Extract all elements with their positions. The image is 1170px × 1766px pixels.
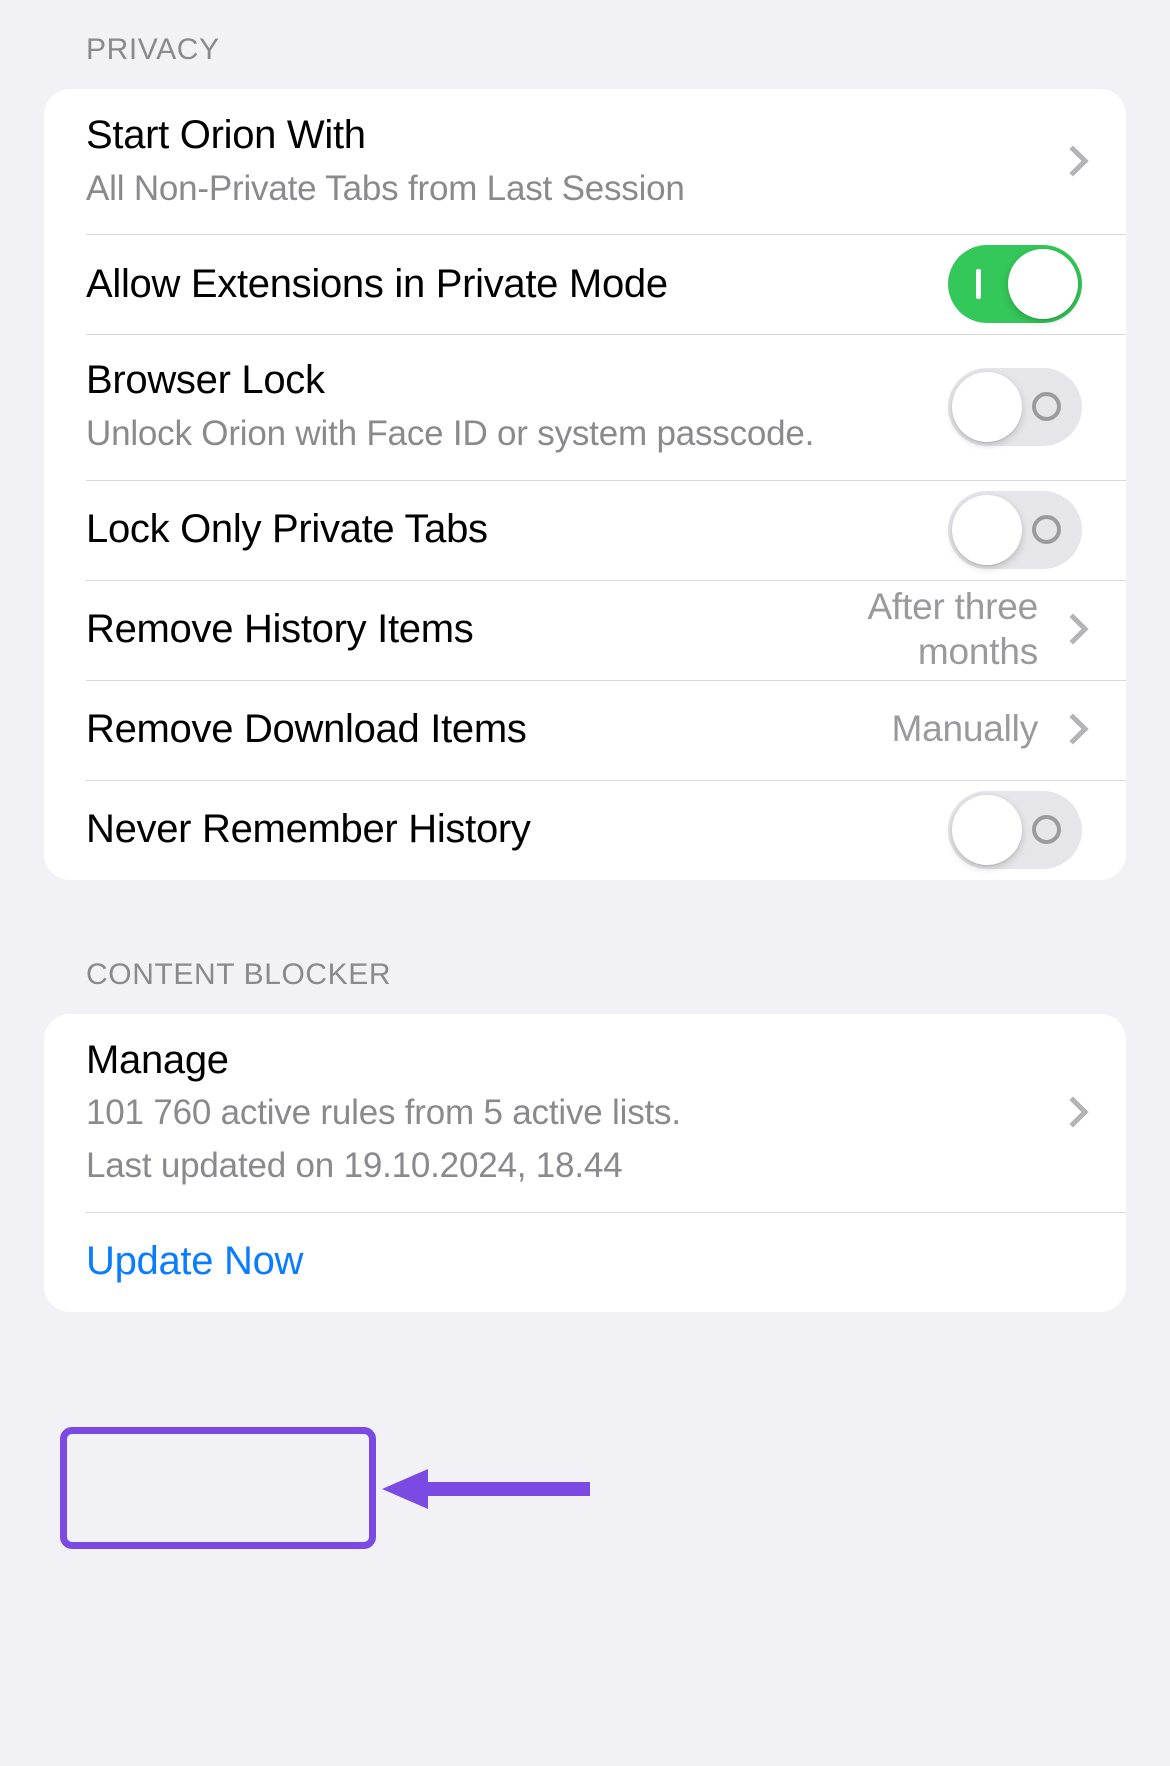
chevron-right-icon [1060,1094,1082,1132]
row-never-remember-history[interactable]: Never Remember History [44,779,1126,880]
row-lock-only-private-tabs[interactable]: Lock Only Private Tabs [44,479,1126,580]
row-subtitle-rules: 101 760 active rules from 5 active lists… [86,1093,681,1133]
chevron-right-icon [1060,143,1082,181]
row-content: Never Remember History [86,783,928,876]
annotation-highlight-box [60,1427,376,1549]
privacy-card: Start Orion With All Non-Private Tabs fr… [44,89,1126,880]
update-now-button[interactable]: Update Now [86,1239,1082,1284]
row-content: Browser Lock Unlock Orion with Face ID o… [86,334,928,479]
row-subtitle: Unlock Orion with Face ID or system pass… [86,414,815,454]
toggle-knob [952,794,1022,865]
chevron-right-icon [1060,611,1082,649]
row-browser-lock[interactable]: Browser Lock Unlock Orion with Face ID o… [44,334,1126,479]
toggle-never-remember-history[interactable] [948,790,1082,869]
row-title: Lock Only Private Tabs [86,507,488,552]
row-title: Manage [86,1037,229,1082]
row-content: Remove History Items [86,583,714,676]
toggle-knob [952,494,1022,565]
section-header-privacy: PRIVACY [86,33,220,66]
row-title: Remove History Items [86,607,474,652]
row-content: Start Orion With All Non-Private Tabs fr… [86,89,1038,234]
toggle-browser-lock[interactable] [948,368,1082,447]
row-title: Start Orion With [86,113,366,157]
row-title: Remove Download Items [86,707,527,752]
row-remove-history-items[interactable]: Remove History Items After three months [44,579,1126,680]
row-content: Remove Download Items [86,683,868,776]
row-remove-download-items[interactable]: Remove Download Items Manually [44,679,1126,780]
toggle-off-circle-icon [1032,814,1061,844]
row-title: Never Remember History [86,807,531,852]
chevron-right-icon [1060,711,1082,749]
row-value: Manually [891,708,1039,750]
section-header-content-blocker: CONTENT BLOCKER [86,957,392,991]
row-content: Update Now [86,1217,1082,1306]
row-start-orion-with[interactable]: Start Orion With All Non-Private Tabs fr… [44,89,1126,234]
settings-screen: PRIVACY Start Orion With All Non-Private… [0,0,1170,1766]
toggle-allow-extensions-in-private-mode[interactable] [948,245,1082,324]
row-subtitle: All Non-Private Tabs from Last Session [86,168,685,208]
row-allow-extensions-in-private-mode[interactable]: Allow Extensions in Private Mode [44,234,1126,334]
row-update-now[interactable]: Update Now [44,1211,1126,1312]
row-subtitle-last-updated: Last updated on 19.10.2024, 18.44 [86,1146,623,1186]
toggle-knob [952,372,1022,443]
toggle-off-circle-icon [1032,392,1061,422]
toggle-off-circle-icon [1032,514,1061,544]
toggle-lock-only-private-tabs[interactable] [948,490,1082,569]
toggle-on-bar-icon [976,269,981,300]
content-blocker-card: Manage 101 760 active rules from 5 activ… [44,1013,1126,1312]
toggle-knob [1008,249,1078,320]
row-content: Manage 101 760 active rules from 5 activ… [86,1014,1038,1212]
row-title: Allow Extensions in Private Mode [86,261,668,306]
row-content: Lock Only Private Tabs [86,483,928,576]
annotation-arrow-icon [382,1469,590,1509]
row-manage[interactable]: Manage 101 760 active rules from 5 activ… [44,1014,1126,1212]
row-content: Allow Extensions in Private Mode [86,238,928,331]
row-title: Browser Lock [86,358,325,403]
row-value: After three months [867,586,1038,672]
